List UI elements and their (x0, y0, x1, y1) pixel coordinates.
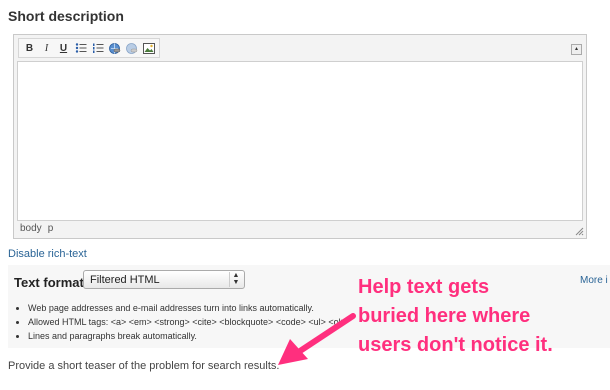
underline-button[interactable]: U (56, 41, 71, 56)
disable-rich-text-link[interactable]: Disable rich-text (8, 248, 87, 260)
numbered-list-button[interactable] (90, 41, 105, 56)
editor-content-area[interactable] (17, 61, 583, 221)
path-item-body[interactable]: body (20, 223, 42, 234)
collapse-icon: ▴ (574, 46, 578, 52)
underline-icon: U (59, 42, 68, 54)
link-icon (109, 42, 121, 54)
text-format-selected: Filtered HTML (90, 274, 160, 286)
text-format-select[interactable]: Filtered HTML ▲ ▼ (83, 270, 245, 289)
image-button[interactable] (141, 41, 156, 56)
bulleted-list-button[interactable] (73, 41, 88, 56)
annotation-callout: Help text gets buried here where users d… (358, 273, 608, 360)
help-text: Provide a short teaser of the problem fo… (8, 360, 280, 372)
editor-toolbar: B I U (18, 38, 160, 58)
element-path: body p (20, 223, 53, 234)
select-arrows-icon: ▲ ▼ (229, 272, 242, 287)
rich-text-editor[interactable]: B I U ▴ body p (13, 34, 587, 239)
resize-grip-icon[interactable] (574, 226, 584, 236)
link-button[interactable] (107, 41, 122, 56)
text-format-label: Text format (14, 275, 84, 290)
numbered-list-icon (92, 43, 103, 53)
bold-button[interactable]: B (22, 41, 37, 56)
bulleted-list-icon (75, 43, 86, 53)
field-label: Short description (8, 8, 124, 24)
unlink-button[interactable] (124, 41, 139, 56)
annotation-line: users don't notice it. (358, 334, 553, 356)
collapse-toolbar-button[interactable]: ▴ (571, 44, 582, 55)
bold-icon: B (25, 42, 34, 54)
italic-button[interactable]: I (39, 41, 54, 56)
path-item-p[interactable]: p (48, 223, 54, 234)
italic-icon: I (44, 42, 49, 54)
annotation-line: buried here where (358, 305, 531, 327)
unlink-icon (126, 42, 138, 54)
image-icon (142, 42, 155, 54)
annotation-line: Help text gets (358, 276, 490, 298)
annotation-arrow-icon (278, 313, 356, 365)
